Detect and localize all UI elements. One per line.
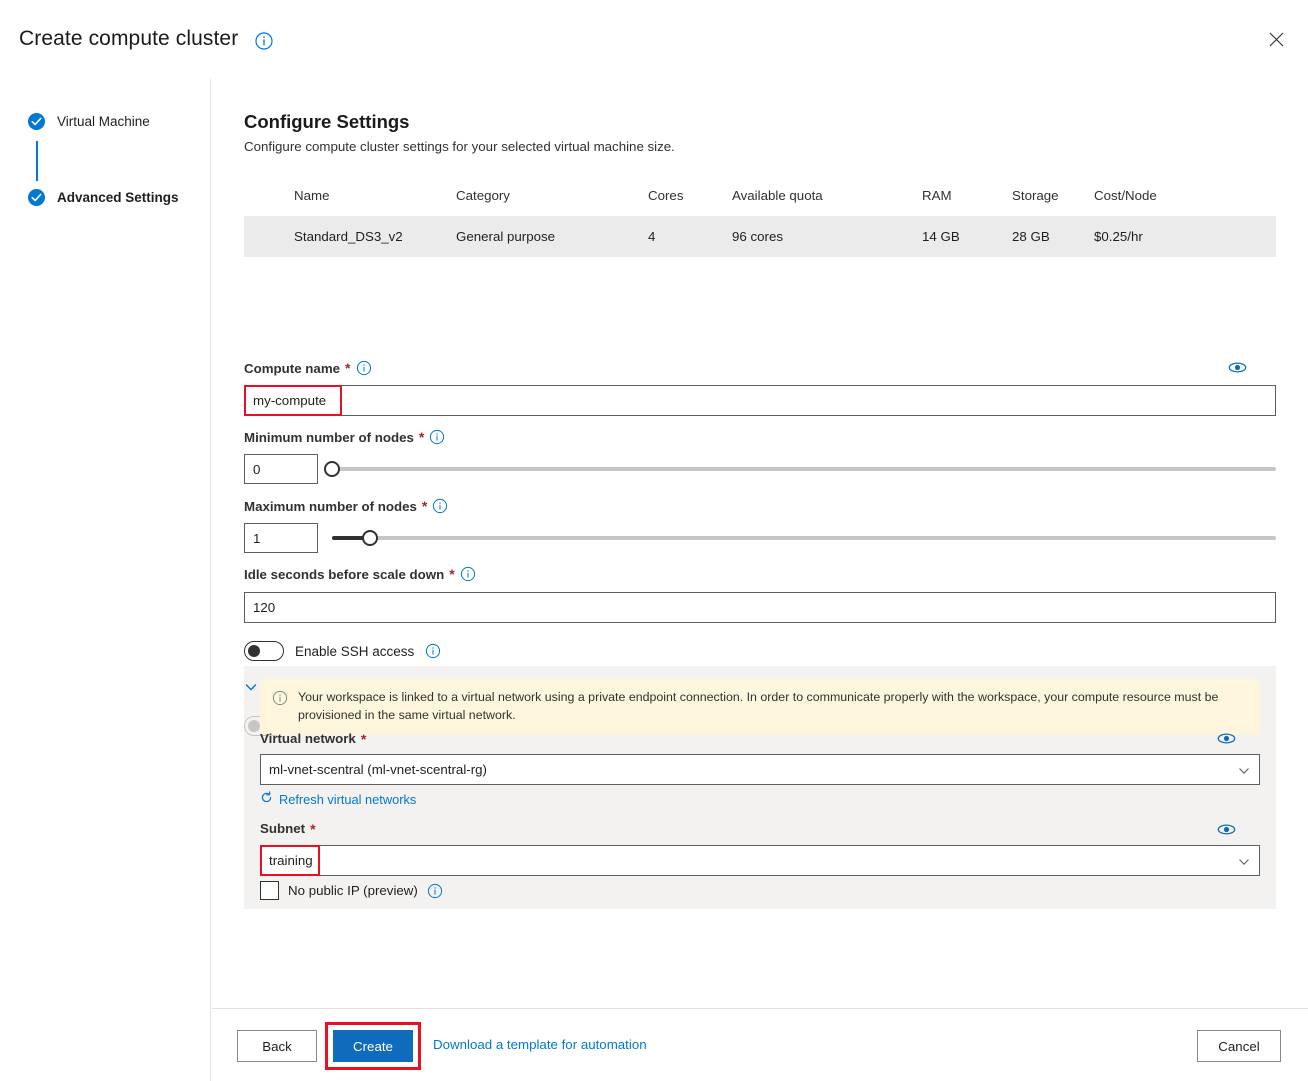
cell-storage: 28 GB <box>1012 229 1094 244</box>
ssh-access-row: Enable SSH access <box>244 641 441 661</box>
no-public-ip-label: No public IP (preview) <box>288 883 418 898</box>
section-title: Configure Settings <box>244 111 409 133</box>
dialog-header: Create compute cluster <box>0 0 1308 79</box>
virtual-network-label-text: Virtual network <box>260 731 356 746</box>
info-circle-icon[interactable] <box>429 429 445 445</box>
cell-cores: 4 <box>648 229 732 244</box>
info-circle-icon[interactable] <box>460 566 476 582</box>
column-header-name: Name <box>244 188 456 203</box>
compute-name-label: Compute name * <box>244 360 372 376</box>
table-header-row: Name Category Cores Available quota RAM … <box>244 174 1276 216</box>
max-nodes-row: 1 <box>244 523 1276 553</box>
required-indicator: * <box>422 499 427 513</box>
refresh-virtual-networks-label: Refresh virtual networks <box>279 792 416 807</box>
virtual-network-label: Virtual network * <box>260 731 366 746</box>
vnet-warning-text: Your workspace is linked to a virtual ne… <box>298 689 1248 725</box>
main-content: Configure Settings Configure compute clu… <box>212 79 1308 1008</box>
sidebar-item-advanced-settings[interactable]: Advanced Settings <box>28 189 179 206</box>
subnet-select[interactable]: training <box>260 845 1260 876</box>
step-connector-line <box>36 141 38 181</box>
toggle-knob <box>248 645 260 657</box>
no-public-ip-checkbox[interactable] <box>260 881 279 900</box>
max-nodes-slider[interactable] <box>332 523 1276 553</box>
back-button[interactable]: Back <box>237 1030 317 1062</box>
slider-thumb[interactable] <box>362 530 378 546</box>
check-circle-icon <box>28 189 45 206</box>
sidebar-item-virtual-machine[interactable]: Virtual Machine <box>28 113 150 130</box>
cancel-button[interactable]: Cancel <box>1197 1030 1281 1062</box>
column-header-cost-node: Cost/Node <box>1094 188 1214 203</box>
compute-name-input-wrapper: my-compute <box>244 385 1276 416</box>
subnet-value: training <box>269 853 313 868</box>
max-nodes-input[interactable]: 1 <box>244 523 318 553</box>
page-title: Create compute cluster <box>19 27 238 51</box>
cell-available-quota: 96 cores <box>732 229 922 244</box>
compute-name-label-text: Compute name <box>244 361 340 376</box>
virtual-network-select[interactable]: ml-vnet-scentral (ml-vnet-scentral-rg) <box>260 754 1260 785</box>
toggle-knob <box>248 720 260 732</box>
min-nodes-row: 0 <box>244 454 1276 484</box>
sidebar-item-label: Advanced Settings <box>57 190 179 205</box>
cell-cost-node: $0.25/hr <box>1094 229 1214 244</box>
chevron-down-icon <box>1238 765 1250 780</box>
create-button[interactable]: Create <box>333 1030 413 1062</box>
min-nodes-label: Minimum number of nodes * <box>244 429 445 445</box>
slider-thumb[interactable] <box>324 461 340 477</box>
section-subtitle: Configure compute cluster settings for y… <box>244 139 675 154</box>
max-nodes-label-text: Maximum number of nodes <box>244 499 417 514</box>
virtual-network-value: ml-vnet-scentral (ml-vnet-scentral-rg) <box>269 762 487 777</box>
required-indicator: * <box>449 567 454 581</box>
idle-seconds-label: Idle seconds before scale down * <box>244 566 476 582</box>
check-circle-icon <box>28 113 45 130</box>
eye-icon[interactable] <box>1217 820 1236 839</box>
wizard-sidebar: Virtual Machine Advanced Settings <box>0 79 211 1081</box>
column-header-category: Category <box>456 188 648 203</box>
sidebar-item-label: Virtual Machine <box>57 114 150 129</box>
info-circle-icon[interactable] <box>427 883 443 899</box>
idle-seconds-input[interactable]: 120 <box>244 592 1276 623</box>
refresh-icon <box>260 791 273 807</box>
column-header-ram: RAM <box>922 188 1012 203</box>
required-indicator: * <box>310 822 315 836</box>
cell-ram: 14 GB <box>922 229 1012 244</box>
cell-category: General purpose <box>456 229 648 244</box>
slider-track <box>332 467 1276 471</box>
info-circle-icon[interactable] <box>356 360 372 376</box>
enable-ssh-label: Enable SSH access <box>295 644 414 659</box>
dialog-footer: Back Create Download a template for auto… <box>212 1008 1308 1081</box>
info-circle-icon[interactable] <box>254 31 274 51</box>
no-public-ip-row: No public IP (preview) <box>260 881 443 900</box>
required-indicator: * <box>361 732 366 746</box>
min-nodes-input[interactable]: 0 <box>244 454 318 484</box>
column-header-storage: Storage <box>1012 188 1094 203</box>
vm-size-table: Name Category Cores Available quota RAM … <box>244 174 1276 257</box>
subnet-label: Subnet * <box>260 821 316 836</box>
cell-name: Standard_DS3_v2 <box>244 229 456 244</box>
min-nodes-label-text: Minimum number of nodes <box>244 430 414 445</box>
eye-icon[interactable] <box>1217 729 1236 748</box>
chevron-down-icon <box>244 680 258 699</box>
required-indicator: * <box>345 361 350 375</box>
min-nodes-slider[interactable] <box>332 454 1276 484</box>
download-template-link[interactable]: Download a template for automation <box>433 1037 647 1052</box>
subnet-label-text: Subnet <box>260 821 305 836</box>
compute-name-input[interactable]: my-compute <box>244 385 1276 416</box>
close-icon[interactable] <box>1260 23 1292 55</box>
info-circle-icon <box>272 690 288 725</box>
eye-icon[interactable] <box>1228 358 1247 377</box>
idle-seconds-label-text: Idle seconds before scale down <box>244 567 444 582</box>
chevron-down-icon <box>1238 856 1250 871</box>
column-header-cores: Cores <box>648 188 732 203</box>
required-indicator: * <box>419 430 424 444</box>
max-nodes-label: Maximum number of nodes * <box>244 498 448 514</box>
slider-track <box>332 536 1276 540</box>
info-circle-icon[interactable] <box>432 498 448 514</box>
table-row[interactable]: Standard_DS3_v2 General purpose 4 96 cor… <box>244 216 1276 257</box>
refresh-virtual-networks-link[interactable]: Refresh virtual networks <box>260 791 416 807</box>
vnet-warning-banner: Your workspace is linked to a virtual ne… <box>260 679 1260 735</box>
column-header-available-quota: Available quota <box>732 188 922 203</box>
subnet-select-wrapper: training <box>260 845 1260 876</box>
enable-ssh-toggle[interactable] <box>244 641 284 661</box>
info-circle-icon[interactable] <box>425 643 441 659</box>
